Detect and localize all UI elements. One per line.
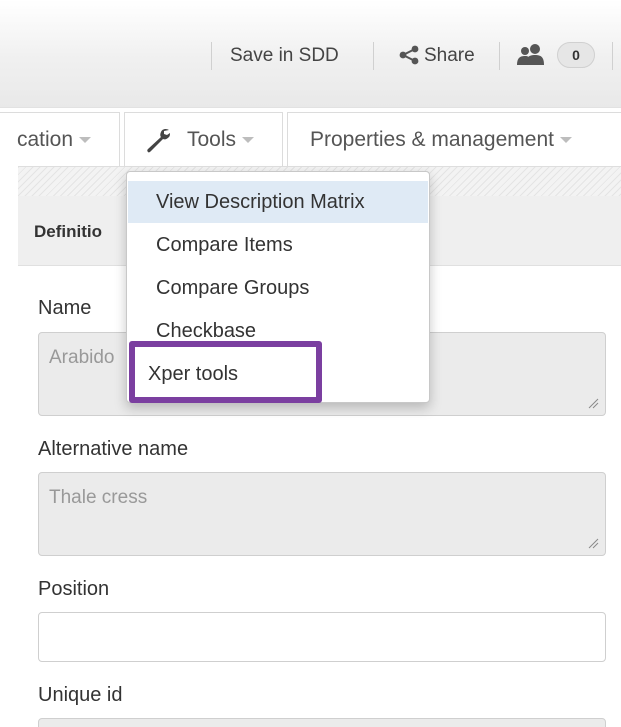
toolbar-divider — [211, 42, 212, 70]
toolbar-divider — [373, 42, 374, 70]
save-in-sdd-button[interactable]: Save in SDD — [230, 44, 339, 68]
alternative-name-field[interactable]: Thale cress — [38, 472, 606, 556]
position-input[interactable] — [38, 612, 606, 662]
unique-id-field[interactable] — [38, 718, 606, 727]
xper-tools-highlight — [129, 341, 322, 403]
menu-item-view-description-matrix[interactable]: View Description Matrix — [128, 181, 428, 223]
top-toolbar: Save in SDD Share 0 — [0, 0, 621, 108]
name-label: Name — [38, 297, 92, 319]
alternative-name-value: Thale cress — [49, 487, 148, 508]
position-label: Position — [38, 578, 110, 600]
menu-item-compare-groups[interactable]: Compare Groups — [128, 267, 428, 309]
tab-label: cation — [17, 128, 74, 151]
tab-label: Tools — [187, 128, 237, 151]
unique-id-label: Unique id — [38, 684, 123, 706]
chevron-down-icon — [79, 137, 92, 144]
users-count-badge: 0 — [557, 42, 595, 68]
tab-tools[interactable]: Tools — [124, 112, 283, 166]
alternative-name-label: Alternative name — [38, 438, 189, 460]
chevron-down-icon — [242, 137, 255, 144]
resize-handle-icon[interactable] — [587, 397, 599, 409]
name-value: Arabido — [49, 347, 115, 368]
menu-item-compare-items[interactable]: Compare Items — [128, 224, 428, 266]
tab-label: Properties & management — [310, 128, 554, 151]
wrench-icon — [147, 128, 170, 153]
chevron-down-icon — [559, 137, 572, 144]
share-icon — [399, 45, 419, 65]
toolbar-divider — [499, 42, 500, 70]
resize-handle-icon[interactable] — [587, 537, 599, 549]
users-icon[interactable] — [517, 43, 545, 65]
toolbar-divider — [612, 42, 613, 70]
tab-properties-management[interactable]: Properties & management — [287, 112, 621, 166]
panel-title: Definitio — [34, 222, 102, 241]
tab-classification[interactable]: cation — [0, 112, 120, 166]
tab-bar: cation Tools Properties & management — [0, 108, 621, 166]
share-button[interactable]: Share — [424, 44, 475, 68]
